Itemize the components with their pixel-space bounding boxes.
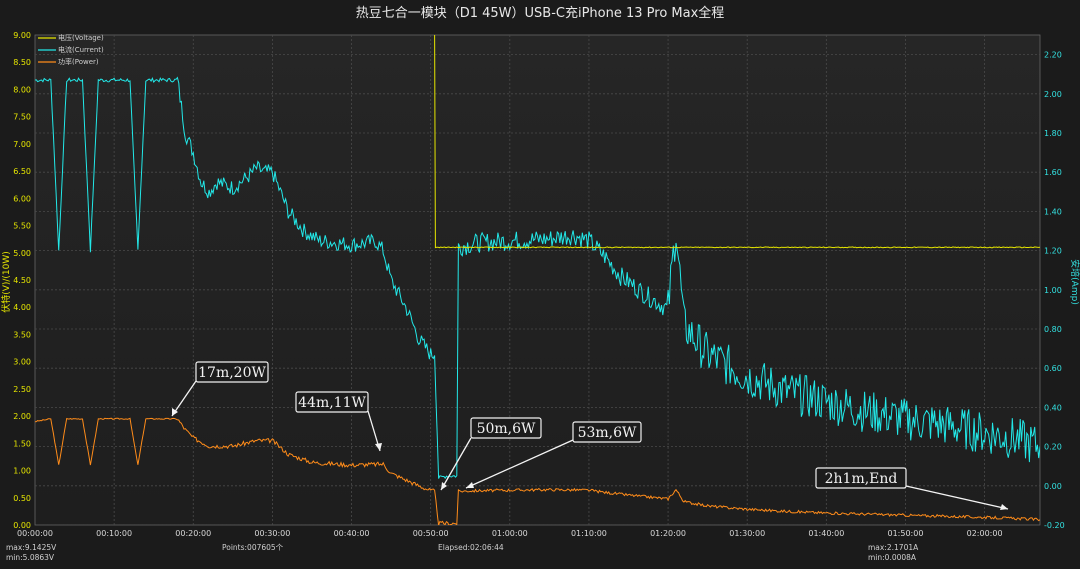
chart-title: 热豆七合一模块（D1 45W）USB-C充iPhone 13 Pro Max全程 [356,5,725,21]
x-tick-label: 02:00:00 [967,529,1003,538]
x-tick-label: 00:00:00 [17,529,53,538]
left-tick-label: 6.00 [13,194,31,203]
annotation-label-17m: 17m,20W [198,365,266,381]
annotation-label-50m: 50m,6W [477,421,536,437]
right-tick-label: 1.40 [1044,207,1062,216]
footer-voltage-min: min:5.0863V [6,553,55,562]
left-tick-label: 3.00 [13,358,31,367]
x-tick-label: 01:00:00 [492,529,528,538]
left-tick-label: 4.00 [13,303,31,312]
right-tick-label: -0.20 [1044,521,1065,530]
left-tick-label: 2.00 [13,412,31,421]
left-tick-label: 9.00 [13,31,31,40]
x-tick-label: 00:50:00 [413,529,449,538]
left-tick-label: 6.50 [13,167,31,176]
x-tick-label: 01:20:00 [650,529,686,538]
left-tick-label: 2.50 [13,385,31,394]
right-tick-label: 0.40 [1044,403,1062,412]
x-tick-label: 01:40:00 [808,529,844,538]
left-axis-ticks: 0.000.501.001.502.002.503.003.504.004.50… [13,31,31,530]
x-tick-label: 01:10:00 [571,529,607,538]
right-axis-label: 安培(Amp) [1069,259,1080,305]
x-tick-label: 00:10:00 [96,529,132,538]
footer-elapsed: Elapsed:02:06:44 [438,543,504,552]
left-tick-label: 1.00 [13,467,31,476]
right-tick-label: 0.20 [1044,443,1062,452]
x-tick-label: 01:50:00 [888,529,924,538]
footer-current-max: max:2.1701A [868,543,919,552]
right-tick-label: 1.20 [1044,247,1062,256]
footer: max:9.1425V min:5.0863V Points:007605个 E… [6,543,919,562]
left-tick-label: 5.00 [13,249,31,258]
left-tick-label: 8.00 [13,85,31,94]
x-tick-label: 00:30:00 [254,529,290,538]
left-tick-label: 0.50 [13,494,31,503]
left-tick-label: 7.00 [13,140,31,149]
right-tick-label: 1.00 [1044,286,1062,295]
x-tick-label: 01:30:00 [729,529,765,538]
left-tick-label: 5.50 [13,222,31,231]
right-tick-label: 0.60 [1044,364,1062,373]
legend-label-current: 电流(Current) [58,45,104,54]
x-tick-label: 00:40:00 [334,529,370,538]
annotation-label-53m: 53m,6W [578,425,637,441]
right-axis-ticks: -0.20 0.00 0.20 0.40 0.60 0.80 1.00 1.20 1.40 1.6… [1044,51,1065,530]
left-tick-label: 8.50 [13,58,31,67]
annotation-label-44m: 44m,11W [298,395,366,411]
right-tick-label: 0.80 [1044,325,1062,334]
annotation-label-end: 2h1m,End [825,471,898,487]
x-tick-label: 00:20:00 [175,529,211,538]
left-tick-label: 7.50 [13,113,31,122]
x-axis-ticks: 00:00:00 00:10:00 00:20:00 00:30:00 00:40:00… [17,529,1003,538]
right-tick-label: 0.00 [1044,482,1062,491]
right-tick-label: 2.00 [1044,90,1062,99]
right-tick-label: 1.60 [1044,168,1062,177]
charging-chart: 热豆七合一模块（D1 45W）USB-C充iPhone 13 Pro Max全程… [0,5,1080,562]
legend-label-power: 功率(Power) [58,57,99,66]
footer-current-min: min:0.0008A [868,553,917,562]
legend-label-voltage: 电压(Voltage) [58,33,104,42]
plot-background [34,34,1041,526]
left-tick-label: 1.50 [13,439,31,448]
left-tick-label: 3.50 [13,330,31,339]
right-tick-label: 2.20 [1044,51,1062,60]
left-tick-label: 4.50 [13,276,31,285]
right-tick-label: 1.80 [1044,129,1062,138]
footer-points: Points:007605个 [222,543,284,552]
left-axis-label: 伏特(V)/(10W) [0,251,12,313]
footer-voltage-max: max:9.1425V [6,543,57,552]
